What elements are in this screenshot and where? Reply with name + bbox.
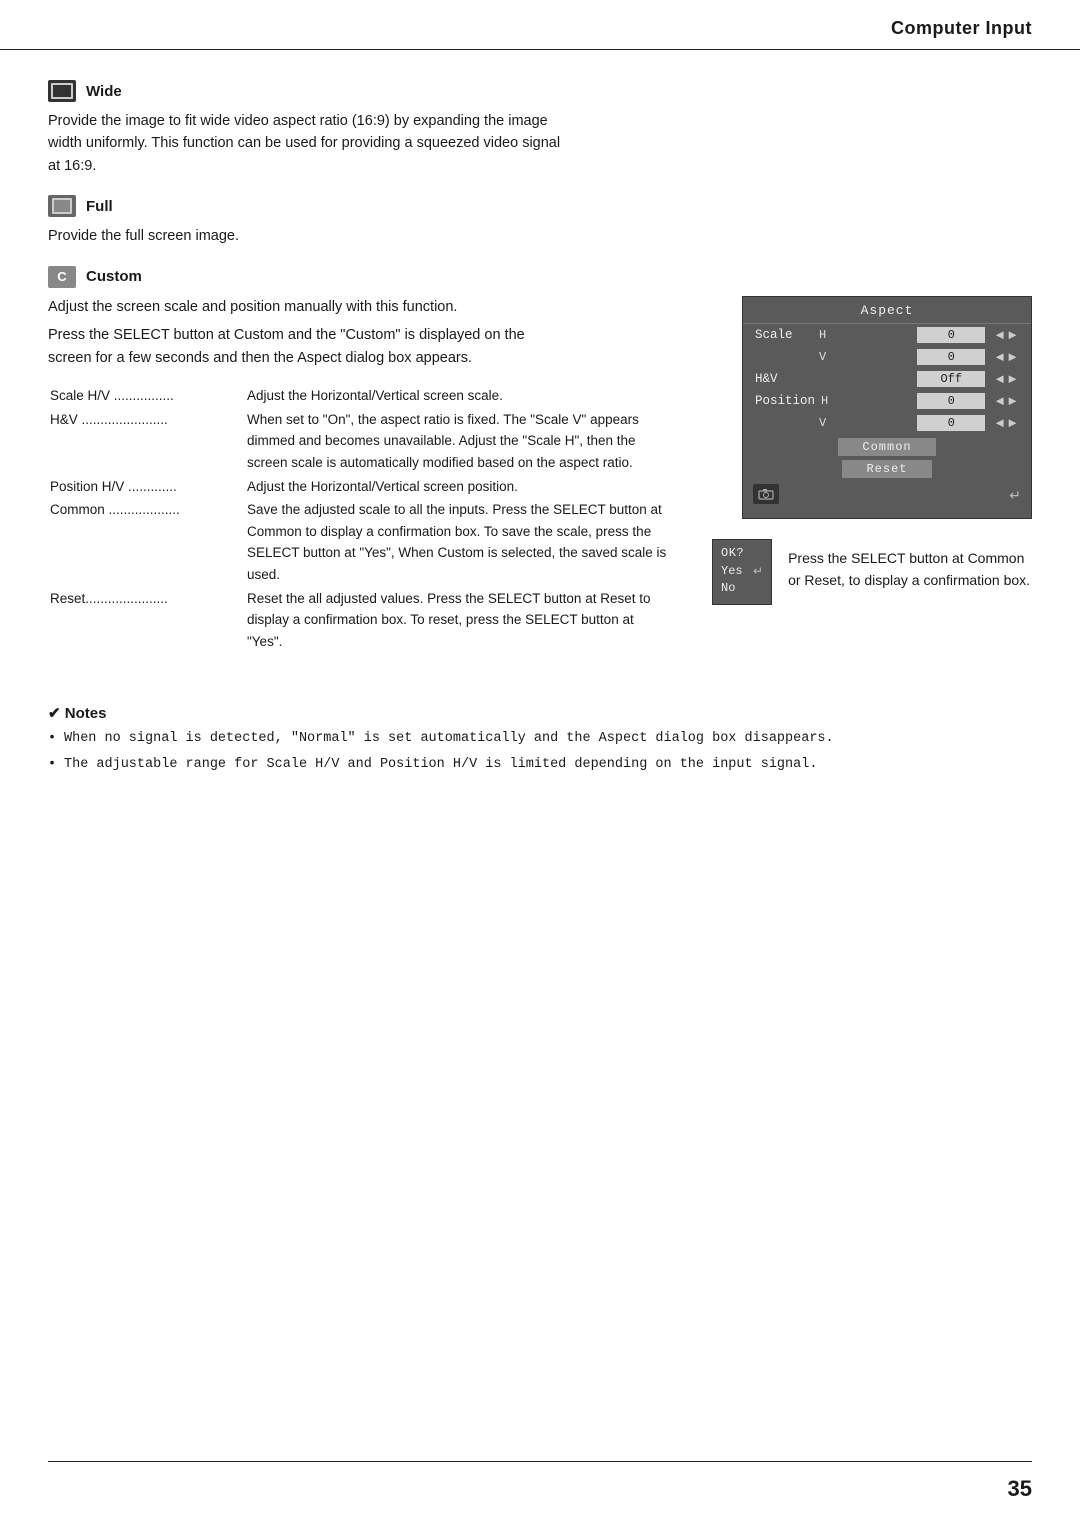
desc-definition: Reset the all adjusted values. Press the…: [247, 588, 670, 653]
desc-definition: Save the adjusted scale to all the input…: [247, 499, 670, 585]
desc-row: Scale H/V ................Adjust the Hor…: [50, 385, 670, 407]
aspect-row-arrows[interactable]: ◄►: [993, 349, 1019, 364]
desc-term: Reset......................: [50, 588, 245, 653]
page-container: Computer Input Wide Provide the image to…: [0, 0, 1080, 1532]
full-body: Provide the full screen image.: [48, 225, 568, 247]
aspect-row-label: Scale: [755, 328, 813, 342]
notes-list: When no signal is detected, "Normal" is …: [48, 728, 1032, 775]
desc-term: Scale H/V ................: [50, 385, 245, 407]
custom-intro2: Press the SELECT button at Custom and th…: [48, 324, 568, 369]
reset-button[interactable]: Reset: [842, 460, 931, 478]
desc-list: Scale H/V ................Adjust the Hor…: [48, 383, 672, 654]
wide-title: Wide: [86, 83, 122, 100]
desc-row: Position H/V .............Adjust the Hor…: [50, 476, 670, 498]
full-icon: [48, 195, 76, 217]
custom-left: Adjust the screen scale and position man…: [48, 296, 672, 655]
enter-icon: ↵: [1009, 487, 1021, 504]
ok-dialog: OK? Yes ↵ No: [712, 539, 772, 605]
reset-button-row: Reset: [743, 460, 1031, 478]
aspect-row-sublabel: H: [819, 328, 835, 342]
aspect-row-label: H&V: [755, 372, 813, 386]
wide-icon: [48, 80, 76, 102]
notes-section: ✔ Notes When no signal is detected, "Nor…: [48, 694, 1032, 775]
aspect-footer: ↵: [743, 478, 1031, 506]
aspect-row-value: 0: [917, 415, 985, 431]
aspect-dialog-row: V 0 ◄►: [743, 412, 1031, 434]
common-button[interactable]: Common: [838, 438, 935, 456]
custom-icon: C: [48, 266, 76, 288]
aspect-row-value: Off: [917, 371, 985, 387]
aspect-dialog-row: Position H 0 ◄►: [743, 390, 1031, 412]
page-title: Computer Input: [891, 18, 1032, 38]
yes-label: Yes: [721, 564, 749, 578]
aspect-row-arrows[interactable]: ◄►: [993, 371, 1019, 386]
desc-definition: Adjust the Horizontal/Vertical screen po…: [247, 476, 670, 498]
custom-section: Adjust the screen scale and position man…: [48, 296, 1032, 655]
aspect-dialog-title: Aspect: [743, 297, 1031, 324]
custom-intro1: Adjust the screen scale and position man…: [48, 296, 568, 318]
aspect-row-sublabel: H: [821, 394, 837, 408]
desc-term: Common ...................: [50, 499, 245, 585]
full-heading: Full: [48, 195, 1032, 217]
aspect-row-value: 0: [917, 327, 985, 343]
full-title: Full: [86, 198, 113, 215]
notes-item: When no signal is detected, "Normal" is …: [48, 728, 1032, 750]
desc-term: H&V .......................: [50, 409, 245, 474]
aspect-row-value: 0: [917, 349, 985, 365]
aspect-row-arrows[interactable]: ◄►: [993, 393, 1019, 408]
aspect-dialog: Aspect Scale H 0 ◄► V 0 ◄► H&V Off ◄► Position H 0 ◄►…: [742, 296, 1032, 519]
desc-definition: Adjust the Horizontal/Vertical screen sc…: [247, 385, 670, 407]
custom-heading: C Custom: [48, 266, 1032, 288]
aspect-dialog-row: H&V Off ◄►: [743, 368, 1031, 390]
page-number: 35: [1008, 1476, 1032, 1502]
confirm-text: Press the SELECT button at Common or Res…: [788, 547, 1032, 592]
aspect-row-label: Position: [755, 394, 815, 408]
aspect-row-arrows[interactable]: ◄►: [993, 415, 1019, 430]
aspect-dialog-row: Scale H 0 ◄►: [743, 324, 1031, 346]
notes-item: The adjustable range for Scale H/V and P…: [48, 754, 1032, 776]
bottom-rule: [48, 1461, 1032, 1463]
desc-term: Position H/V .............: [50, 476, 245, 498]
ok-title: OK?: [721, 546, 763, 560]
ok-section: OK? Yes ↵ No Press the SELECT button at …: [712, 539, 1032, 605]
page-header: Computer Input: [0, 0, 1080, 50]
wide-heading: Wide: [48, 80, 1032, 102]
no-row: No: [721, 581, 763, 595]
notes-title: ✔ Notes: [48, 704, 1032, 722]
custom-title: Custom: [86, 268, 142, 285]
custom-right: Aspect Scale H 0 ◄► V 0 ◄► H&V Off ◄► Position H 0 ◄►…: [712, 296, 1032, 655]
desc-definition: When set to "On", the aspect ratio is fi…: [247, 409, 670, 474]
no-label: No: [721, 581, 749, 595]
wide-body: Provide the image to fit wide video aspe…: [48, 110, 568, 177]
yes-row: Yes ↵: [721, 564, 763, 578]
aspect-row-sublabel: V: [819, 416, 835, 430]
common-button-row: Common: [743, 438, 1031, 456]
content-area: Wide Provide the image to fit wide video…: [0, 50, 1080, 810]
aspect-row-arrows[interactable]: ◄►: [993, 327, 1019, 342]
aspect-row-sublabel: V: [819, 350, 835, 364]
aspect-dialog-row: V 0 ◄►: [743, 346, 1031, 368]
desc-row: Common ...................Save the adjus…: [50, 499, 670, 585]
desc-row: Reset......................Reset the all…: [50, 588, 670, 653]
camera-icon: [753, 484, 779, 504]
ok-enter-icon: ↵: [753, 564, 763, 578]
desc-row: H&V .......................When set to "…: [50, 409, 670, 474]
aspect-row-value: 0: [917, 393, 985, 409]
